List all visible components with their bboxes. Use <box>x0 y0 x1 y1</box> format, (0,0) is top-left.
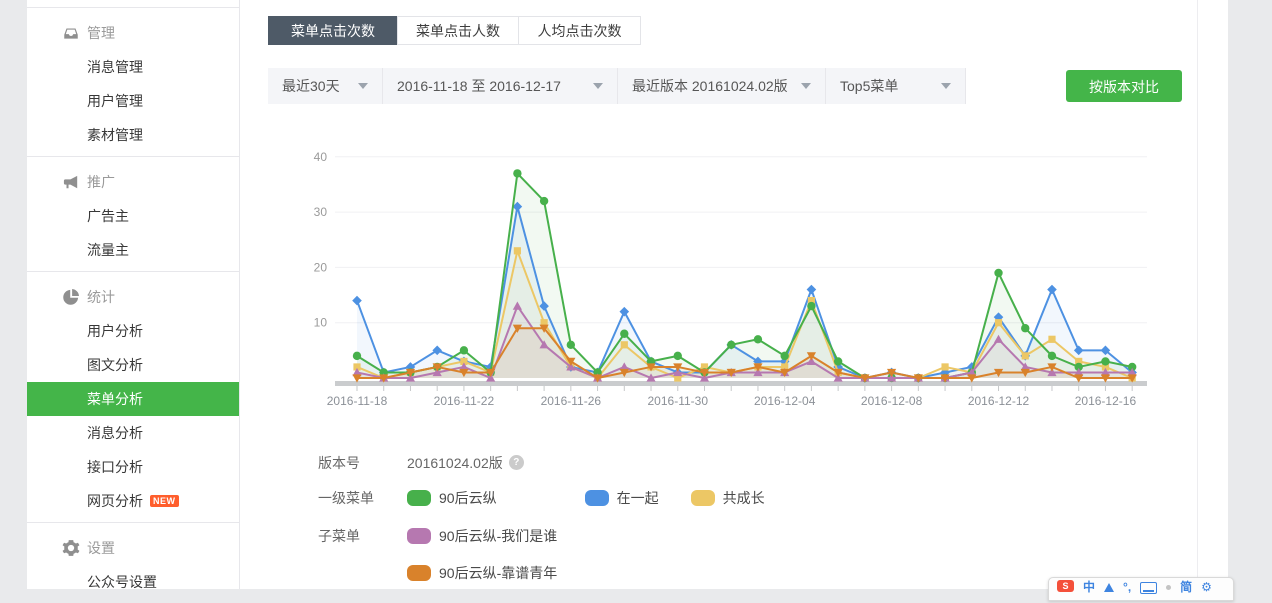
legend-swatch-orange <box>407 565 431 581</box>
svg-text:20: 20 <box>314 260 328 274</box>
legend-version-row: 版本号 20161024.02版 ? <box>318 454 524 471</box>
date-range-label: 2016-11-18 至 2016-12-17 <box>397 76 561 96</box>
sidebar-top-divider <box>27 0 239 8</box>
sidebar-item-message-analysis[interactable]: 消息分析 <box>27 416 239 450</box>
filter-bar: 最近30天 2016-11-18 至 2016-12-17 最近版本 20161… <box>268 68 1197 104</box>
sidebar-item-user-analysis[interactable]: 用户分析 <box>27 314 239 348</box>
sidebar-header-settings: 设置 <box>27 531 239 565</box>
sidebar-header-promotion: 推广 <box>27 165 239 199</box>
level1-menu-label: 一级菜单 <box>318 488 407 508</box>
legend-swatch-blue <box>585 490 609 506</box>
sidebar-item-account-settings[interactable]: 公众号设置 <box>27 565 239 599</box>
svg-text:40: 40 <box>314 150 328 164</box>
sidebar-item-article-analysis[interactable]: 图文分析 <box>27 348 239 382</box>
menu-scope-dropdown[interactable]: Top5菜单 <box>826 68 966 104</box>
svg-text:2016-11-18: 2016-11-18 <box>327 394 388 408</box>
sidebar-item-advertiser[interactable]: 广告主 <box>27 199 239 233</box>
menu-clicks-chart[interactable]: 10 20 30 40 2016-11-18 2016-11-22 2016-11-26 20… <box>296 140 1166 410</box>
legend-swatch-green <box>407 490 431 506</box>
version-dropdown[interactable]: 最近版本 20161024.02版 <box>618 68 826 104</box>
chart-area: 10 20 30 40 2016-11-18 2016-11-22 2016-11-26 20… <box>296 140 1166 410</box>
chart-legend: 版本号 20161024.02版 ? 一级菜单 90后云纵 在一起 共成长 子菜… <box>318 448 1038 589</box>
sidebar-item-traffic[interactable]: 流量主 <box>27 233 239 267</box>
sidebar-item-message-manage[interactable]: 消息管理 <box>27 50 239 84</box>
legend-series-name: 共成长 <box>723 488 765 508</box>
help-icon[interactable]: ? <box>509 455 524 470</box>
date-range-preset-dropdown[interactable]: 最近30天 <box>268 68 383 104</box>
sidebar-item-api-analysis[interactable]: 接口分析 <box>27 450 239 484</box>
sidebar-item-user-manage[interactable]: 用户管理 <box>27 84 239 118</box>
ime-separator-dot <box>1166 585 1171 590</box>
svg-text:2016-11-26: 2016-11-26 <box>541 394 602 408</box>
sidebar-item-menu-analysis[interactable]: 菜单分析 <box>27 382 239 416</box>
sidebar-header-manage: 管理 <box>27 16 239 50</box>
ime-settings-gear-icon[interactable]: ⚙ <box>1201 580 1212 594</box>
metric-tabs: 菜单点击次数 菜单点击人数 人均点击次数 <box>268 16 641 45</box>
sidebar-section-settings: 设置 公众号设置 <box>27 523 239 603</box>
sidebar-header-label: 管理 <box>87 23 115 43</box>
legend-submenu-row-2: 90后云纵-靠谱青年 <box>318 564 557 581</box>
sidebar-item-web-analysis[interactable]: 网页分析 NEW <box>27 484 239 518</box>
sogou-logo-icon[interactable]: S <box>1057 580 1074 592</box>
svg-text:2016-12-04: 2016-12-04 <box>754 394 816 408</box>
legend-swatch-purple <box>407 528 431 544</box>
sidebar-section-stats: 统计 用户分析 图文分析 菜单分析 消息分析 接口分析 网页分析 NEW <box>27 272 239 523</box>
svg-text:2016-12-12: 2016-12-12 <box>968 394 1030 408</box>
tab-menu-click-count[interactable]: 菜单点击次数 <box>268 16 398 45</box>
version-dropdown-label: 最近版本 20161024.02版 <box>632 76 788 96</box>
legend-level1-row: 一级菜单 90后云纵 在一起 共成长 <box>318 489 765 506</box>
chevron-down-icon <box>358 83 368 89</box>
chevron-down-icon <box>593 83 603 89</box>
sidebar: 管理 消息管理 用户管理 素材管理 推广 广告主 流量主 统计 用户分析 图文分… <box>27 0 240 589</box>
sidebar-section-manage: 管理 消息管理 用户管理 素材管理 <box>27 8 239 157</box>
tab-menu-click-users[interactable]: 菜单点击人数 <box>397 16 519 45</box>
svg-text:10: 10 <box>314 316 328 330</box>
sidebar-header-label: 统计 <box>87 287 115 307</box>
sub-menu-label: 子菜单 <box>318 526 407 546</box>
chevron-down-icon <box>941 83 951 89</box>
ime-charset-toggle[interactable]: 简 <box>1180 580 1192 594</box>
sidebar-header-label: 设置 <box>87 538 115 558</box>
version-value: 20161024.02版 <box>407 453 503 473</box>
sidebar-header-stats: 统计 <box>27 280 239 314</box>
version-label: 版本号 <box>318 453 407 473</box>
menu-scope-label: Top5菜单 <box>840 76 898 96</box>
legend-submenu-row-1: 子菜单 90后云纵-我们是谁 <box>318 527 557 544</box>
ime-toolbar: S 中 °, 简 ⚙ <box>1048 577 1234 601</box>
sidebar-item-label: 网页分析 <box>87 493 143 509</box>
svg-text:2016-12-16: 2016-12-16 <box>1075 394 1137 408</box>
ime-pointer-icon[interactable] <box>1104 583 1114 592</box>
sidebar-item-material-manage[interactable]: 素材管理 <box>27 118 239 152</box>
gear-icon <box>62 539 80 557</box>
content-right-border <box>1197 0 1198 589</box>
sidebar-header-label: 推广 <box>87 172 115 192</box>
svg-text:2016-11-22: 2016-11-22 <box>434 394 495 408</box>
ime-language-toggle[interactable]: 中 <box>1083 580 1095 594</box>
svg-text:2016-11-30: 2016-11-30 <box>648 394 709 408</box>
megaphone-icon <box>62 173 80 191</box>
legend-series-name: 90后云纵-靠谱青年 <box>439 563 557 583</box>
legend-swatch-yellow <box>691 490 715 506</box>
legend-series-name: 90后云纵-我们是谁 <box>439 526 557 546</box>
svg-text:2016-12-08: 2016-12-08 <box>861 394 923 408</box>
ime-punctuation-toggle[interactable]: °, <box>1123 580 1131 594</box>
chevron-down-icon <box>801 83 811 89</box>
compare-by-version-button[interactable]: 按版本对比 <box>1066 70 1182 102</box>
svg-text:30: 30 <box>314 205 328 219</box>
keyboard-icon[interactable] <box>1140 582 1157 594</box>
legend-series-name: 在一起 <box>617 488 659 508</box>
date-range-preset-label: 最近30天 <box>282 76 340 96</box>
sidebar-section-promotion: 推广 广告主 流量主 <box>27 157 239 272</box>
date-range-dropdown[interactable]: 2016-11-18 至 2016-12-17 <box>383 68 618 104</box>
new-badge: NEW <box>150 495 179 507</box>
legend-series-name: 90后云纵 <box>439 488 497 508</box>
pie-icon <box>62 288 80 306</box>
inbox-icon <box>62 24 80 42</box>
tab-avg-clicks-per-user[interactable]: 人均点击次数 <box>518 16 641 45</box>
